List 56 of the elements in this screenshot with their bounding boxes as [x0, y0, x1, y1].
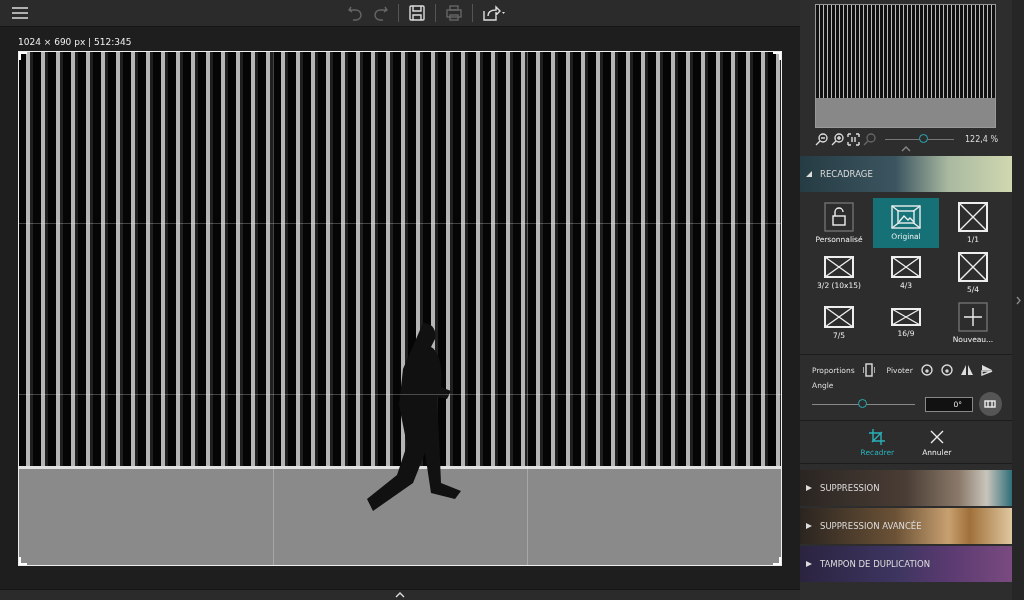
rotate-right-button[interactable]: [940, 364, 953, 376]
plus-icon: [958, 302, 988, 332]
flip-horizontal-icon: [960, 364, 973, 376]
zoom-in-icon: [831, 133, 844, 146]
navigator-thumbnail[interactable]: [815, 4, 996, 128]
printer-icon: [446, 5, 462, 21]
ratio-frame-icon: [958, 252, 988, 282]
level-button[interactable]: [978, 392, 1002, 416]
zoom-out-icon: [815, 133, 828, 146]
collapsed-triangle-icon: [806, 523, 812, 529]
lock-icon: [824, 202, 854, 232]
zoom-out-button[interactable]: [815, 133, 828, 146]
section-header[interactable]: SUPPRESSION AVANCÉE: [800, 508, 1012, 544]
image-size-label: 1024 × 690 px | 512:345: [18, 37, 133, 49]
flip-vertical-button[interactable]: [980, 364, 993, 376]
crop-handle[interactable]: [773, 557, 781, 565]
zoom-in-button[interactable]: [831, 133, 844, 146]
section-header[interactable]: TAMPON DE DUPLICATION: [800, 546, 1012, 582]
expanded-triangle-icon: [806, 171, 812, 177]
redo-icon: [374, 5, 388, 21]
crop-icon: [869, 429, 886, 445]
crop-section-header[interactable]: RECADRAGE: [800, 156, 1012, 192]
rotate-right-icon: [940, 364, 953, 376]
ratio-frame-icon: [958, 202, 988, 232]
image-icon: [891, 205, 921, 229]
level-icon: [984, 400, 997, 408]
ratio-frame-icon: [891, 308, 921, 326]
chevron-up-icon: [395, 592, 405, 598]
ratio-frame-icon: [824, 256, 854, 278]
undo-icon: [348, 5, 362, 21]
rotate-left-button[interactable]: [920, 364, 933, 376]
flip-vertical-icon: [980, 364, 993, 376]
crop-handle[interactable]: [19, 52, 27, 60]
crop-handle[interactable]: [19, 557, 27, 565]
actual-size-icon: [847, 133, 860, 146]
menu-icon: [12, 7, 28, 19]
close-icon: [928, 429, 945, 445]
zoom-reading: 122,4 %: [964, 135, 998, 144]
proportions-button[interactable]: [862, 363, 875, 377]
save-icon: [409, 5, 425, 21]
angle-slider-thumb[interactable]: [858, 398, 868, 408]
ratio-frame-icon: [824, 306, 854, 328]
chevron-right-icon: [1015, 295, 1021, 305]
zoom-slider-thumb[interactable]: [919, 134, 929, 143]
ratio-frame-icon: [891, 256, 921, 278]
zoom-fit-icon: [863, 133, 876, 146]
actual-size-button[interactable]: [847, 133, 860, 146]
proportions-icon: [862, 363, 875, 377]
chevron-up-icon: [901, 146, 911, 152]
collapsed-triangle-icon: [806, 561, 812, 567]
crop-handle[interactable]: [773, 52, 781, 60]
flip-horizontal-button[interactable]: [960, 364, 973, 376]
collapsed-triangle-icon: [806, 485, 812, 491]
share-icon: [483, 5, 505, 21]
rotate-left-icon: [920, 364, 933, 376]
section-header[interactable]: SUPPRESSION: [800, 470, 1012, 506]
